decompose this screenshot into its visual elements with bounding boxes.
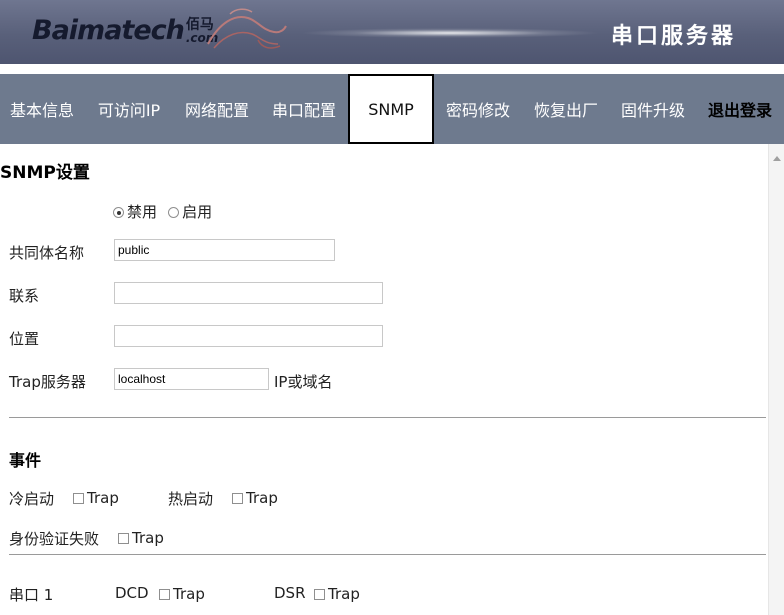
snmp-mode-group: 禁用 启用	[113, 201, 212, 222]
tab-basic-info[interactable]: 基本信息	[0, 74, 84, 144]
tab-accessible-ip[interactable]: 可访问IP	[84, 74, 174, 144]
dcd-trap-checkbox[interactable]	[159, 589, 170, 600]
radio-disable-label: 禁用	[127, 203, 158, 221]
horse-swoosh-icon	[207, 8, 287, 49]
tab-firmware-upgrade[interactable]: 固件升级	[610, 74, 696, 144]
contact-label: 联系	[9, 287, 40, 305]
logo-text: Baimatech	[32, 15, 185, 46]
cold-start-trap-label: Trap	[87, 489, 119, 507]
banner-title: 串口服务器	[610, 24, 736, 49]
warm-start-trap: Trap	[232, 488, 278, 507]
tab-factory-reset[interactable]: 恢复出厂	[522, 74, 610, 144]
cold-start-trap-checkbox[interactable]	[73, 493, 84, 504]
dsr-trap-checkbox[interactable]	[314, 589, 325, 600]
header-banner: Baimatech 佰马 .com 串口服务器	[0, 0, 784, 64]
serial-port-label: 串口 1	[9, 586, 54, 604]
auth-fail-trap: Trap	[118, 528, 164, 547]
dsr-label: DSR	[274, 584, 306, 602]
banner-glow	[300, 28, 600, 38]
location-input[interactable]	[114, 325, 383, 347]
trap-server-hint: IP或域名	[274, 373, 333, 391]
community-input[interactable]: public	[114, 239, 335, 261]
trap-server-label: Trap服务器	[9, 373, 86, 391]
dcd-label: DCD	[115, 584, 149, 602]
tab-serial-config[interactable]: 串口配置	[260, 74, 348, 144]
auth-fail-label: 身份验证失败	[9, 530, 100, 548]
warm-start-trap-label: Trap	[246, 489, 278, 507]
tab-network-config[interactable]: 网络配置	[174, 74, 260, 144]
dcd-trap-label: Trap	[173, 585, 205, 603]
auth-fail-trap-checkbox[interactable]	[118, 533, 129, 544]
section-divider-2	[9, 554, 766, 555]
warm-start-label: 热启动	[168, 490, 214, 508]
tab-password[interactable]: 密码修改	[434, 74, 522, 144]
tab-logout[interactable]: 退出登录	[696, 74, 784, 144]
cold-start-label: 冷启动	[9, 490, 55, 508]
dcd-trap: Trap	[159, 584, 205, 603]
radio-enable-label: 启用	[182, 203, 213, 221]
cold-start-trap: Trap	[73, 488, 119, 507]
snmp-settings-panel: SNMP设置 禁用 启用 共同体名称 public 联系 位置 Trap服务器 …	[0, 144, 768, 615]
dsr-trap: Trap	[314, 584, 360, 603]
radio-disable[interactable]	[113, 207, 124, 218]
contact-input[interactable]	[114, 282, 383, 304]
vertical-scrollbar[interactable]	[768, 144, 784, 615]
auth-fail-trap-label: Trap	[132, 529, 164, 547]
radio-enable[interactable]	[168, 207, 180, 218]
trap-server-input[interactable]: localhost	[114, 368, 269, 390]
banner-divider	[0, 64, 784, 74]
location-label: 位置	[9, 330, 40, 348]
main-nav: 基本信息 可访问IP 网络配置 串口配置 SNMP 密码修改 恢复出厂 固件升级…	[0, 74, 784, 144]
scroll-up-arrow-icon[interactable]	[773, 156, 781, 161]
brand-logo: Baimatech 佰马 .com	[32, 14, 218, 48]
community-label: 共同体名称	[9, 244, 85, 262]
dsr-trap-label: Trap	[328, 585, 360, 603]
snmp-section-title: SNMP设置	[0, 163, 90, 183]
warm-start-trap-checkbox[interactable]	[232, 493, 243, 504]
section-divider	[9, 417, 766, 418]
tab-snmp[interactable]: SNMP	[348, 74, 434, 144]
events-section-title: 事件	[9, 451, 42, 470]
